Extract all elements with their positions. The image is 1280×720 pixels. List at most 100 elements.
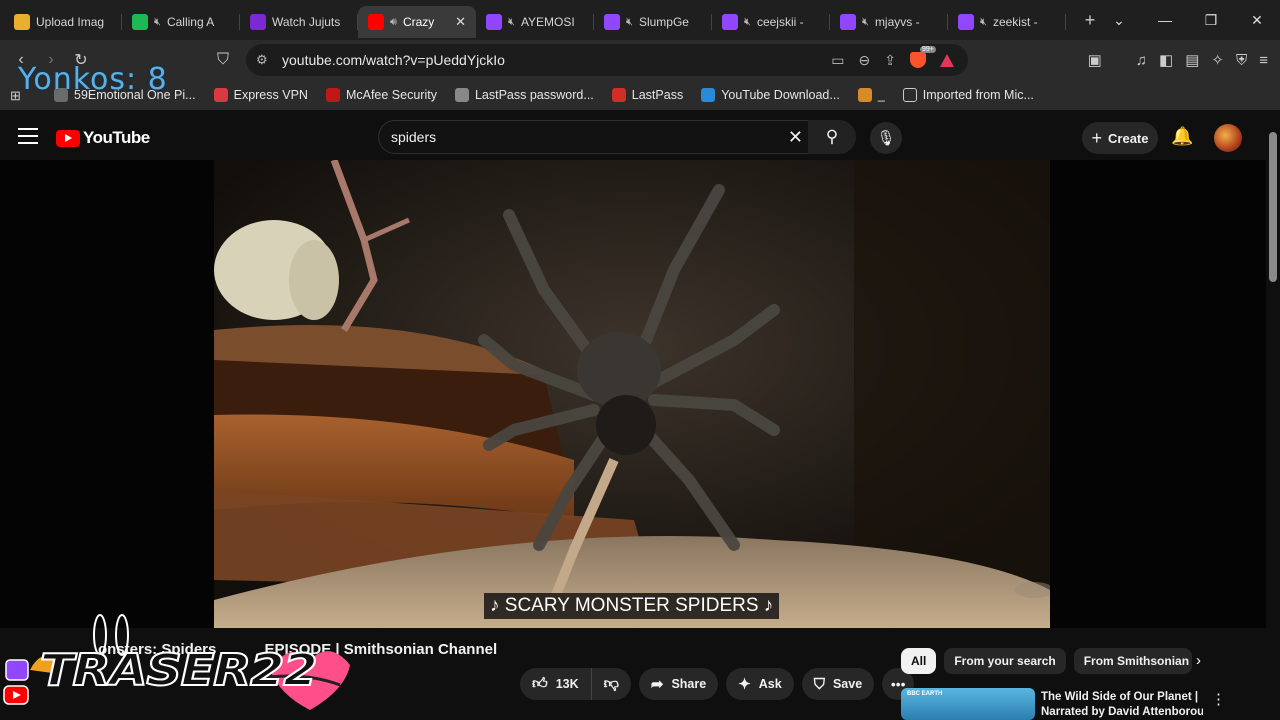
tab-title: zeekist - xyxy=(992,15,1038,29)
zoom-icon[interactable]: ⊖ xyxy=(859,52,871,69)
upload-icon xyxy=(14,14,30,30)
related-filter-chips: All From your search From Smithsonian Ch… xyxy=(901,648,1192,674)
related-video-item[interactable]: BBC EARTH The Wild Side of Our Planet | … xyxy=(901,688,1241,720)
muted-speaker-icon[interactable]: 🔇︎ xyxy=(626,16,633,29)
bookmark-favicon-icon xyxy=(213,88,228,102)
restore-button[interactable]: ❐ xyxy=(1188,0,1234,40)
muted-speaker-icon[interactable]: 🔇︎ xyxy=(154,16,161,29)
clear-search-icon[interactable]: ✕ xyxy=(788,127,803,148)
related-video-menu-icon[interactable]: ⋮ xyxy=(1211,690,1226,708)
bookmark-item[interactable]: LastPass xyxy=(611,88,683,102)
bookmark-item[interactable]: McAfee Security xyxy=(325,88,437,102)
search-input[interactable]: spiders ✕ xyxy=(378,120,814,154)
muted-speaker-icon[interactable]: 🔇︎ xyxy=(862,16,869,29)
close-window-button[interactable]: ✕ xyxy=(1234,0,1280,40)
bookmarks-bar: ⊞ 59Emotional One Pi... Express VPN McAfee… xyxy=(0,80,1280,110)
speaker-icon[interactable]: 🔊︎ xyxy=(390,16,397,29)
vpn-icon[interactable]: ⛨ xyxy=(1236,52,1247,69)
browser-tab[interactable]: 🔇︎ zeekist - xyxy=(948,6,1066,38)
bookmark-item[interactable]: LastPass password... xyxy=(454,88,594,102)
bookmark-item[interactable]: Express VPN xyxy=(213,88,308,102)
menu-icon[interactable]: ≡ xyxy=(1259,52,1268,69)
sidebar-icon[interactable]: ◧ xyxy=(1159,51,1173,69)
brave-shields-icon[interactable]: 99+ xyxy=(910,46,936,68)
share-button[interactable]: ➦ Share xyxy=(638,668,719,700)
tab-search-icon[interactable]: ▣ xyxy=(1088,51,1102,69)
bookmark-button[interactable]: ⛉ xyxy=(208,45,238,75)
voice-search-button[interactable]: 🎙 xyxy=(870,122,902,154)
address-bar[interactable]: ⚙ youtube.com/watch?v=pUeddYjckIo ▭ ⊖ ⇪ … xyxy=(246,44,968,76)
browser-tab[interactable]: 🔇︎ AYEMOSI xyxy=(476,6,594,38)
like-button[interactable]: 👍︎ 13K xyxy=(520,668,591,700)
notifications-bell-icon[interactable]: 🔔 xyxy=(1171,126,1193,147)
video-frame[interactable] xyxy=(214,160,1050,628)
chip-from-your-search[interactable]: From your search xyxy=(944,648,1066,674)
search-icon: ⚲ xyxy=(825,127,839,146)
page-scrollbar[interactable] xyxy=(1266,112,1280,720)
sparkle-icon: ✦ xyxy=(738,676,751,693)
bookmark-item[interactable]: _ xyxy=(857,88,885,102)
browser-tab[interactable]: 🔇︎ Calling A xyxy=(122,6,240,38)
browser-tab[interactable]: 🔊︎ Crazy ✕ xyxy=(358,6,476,38)
ask-label: Ask xyxy=(758,677,782,691)
browser-tab[interactable]: 🔇︎ SlumpGe xyxy=(594,6,712,38)
brave-rewards-icon[interactable] xyxy=(940,53,954,67)
site-settings-icon[interactable]: ⚙ xyxy=(256,52,282,68)
address-bar-icons: ▭ ⊖ ⇪ 99+ xyxy=(831,44,954,76)
bookmark-label: LastPass password... xyxy=(474,88,594,102)
search-query[interactable]: spiders xyxy=(391,129,436,145)
ask-button[interactable]: ✦ Ask xyxy=(726,668,794,700)
tab-title: Upload Imag xyxy=(36,15,105,29)
play-triangle-icon xyxy=(250,14,266,30)
chevron-down-icon[interactable]: ⌄ xyxy=(1096,0,1142,40)
dislike-button[interactable]: 👎︎ xyxy=(590,668,631,700)
video-caption: ♪ SCARY MONSTER SPIDERS ♪ xyxy=(484,593,780,619)
streamer-name-overlay: TRASER22 xyxy=(39,644,319,697)
youtube-logo-text: YouTube xyxy=(83,128,150,147)
chip-all[interactable]: All xyxy=(901,648,937,674)
tab-list: Upload Imag 🔇︎ Calling A Watch Jujuts 🔊︎ Craz… xyxy=(0,2,1066,38)
browser-tab[interactable]: Watch Jujuts xyxy=(240,6,358,38)
scrollbar-thumb[interactable] xyxy=(1269,132,1277,282)
bookmark-icon: ⛉ xyxy=(216,51,229,68)
related-video-title-line2[interactable]: Narrated by David Attenborou... xyxy=(1041,705,1203,720)
minimize-button[interactable]: — xyxy=(1142,0,1188,40)
related-video-title-line1[interactable]: The Wild Side of Our Planet | xyxy=(1041,690,1203,705)
thumbs-up-icon: 👍︎ xyxy=(532,675,548,692)
bookmark-item[interactable]: YouTube Download... xyxy=(701,88,840,102)
muted-speaker-icon[interactable]: 🔇︎ xyxy=(508,16,515,29)
cast-icon[interactable]: ▭ xyxy=(831,52,844,69)
plus-icon: + xyxy=(1091,127,1103,148)
media-icon[interactable]: ♫ xyxy=(1136,52,1147,69)
like-count: 13K xyxy=(555,677,579,691)
guide-menu-button[interactable] xyxy=(18,128,38,144)
muted-speaker-icon[interactable]: 🔇︎ xyxy=(744,16,751,29)
chips-next-chevron-icon[interactable]: › xyxy=(1196,652,1201,669)
bookmark-item[interactable]: Imported from Mic... xyxy=(902,88,1034,102)
save-button[interactable]: ⛉ Save xyxy=(801,668,875,700)
spotify-icon xyxy=(132,14,148,30)
avatar[interactable] xyxy=(1214,124,1242,152)
share-icon[interactable]: ⇪ xyxy=(884,52,896,69)
browser-tab[interactable]: Upload Imag xyxy=(4,6,122,38)
tab-title: SlumpGe xyxy=(638,15,689,29)
leo-ai-icon[interactable]: ✧ xyxy=(1211,51,1224,69)
close-tab-icon[interactable]: ✕ xyxy=(455,14,466,30)
browser-tab[interactable]: 🔇︎ mjayvs - xyxy=(830,6,948,38)
create-button[interactable]: + Create xyxy=(1082,122,1158,154)
bookmark-favicon-icon xyxy=(701,88,716,102)
muted-speaker-icon[interactable]: 🔇︎ xyxy=(980,16,987,29)
search-button[interactable]: ⚲ xyxy=(808,120,856,154)
twitch-icon xyxy=(486,14,502,30)
wallet-icon[interactable]: ▤ xyxy=(1185,51,1199,69)
related-video-thumbnail[interactable]: BBC EARTH xyxy=(901,688,1035,720)
save-label: Save xyxy=(832,677,863,691)
url-text[interactable]: youtube.com/watch?v=pUeddYjckIo xyxy=(282,52,505,68)
bookmark-label: YouTube Download... xyxy=(721,88,840,102)
browser-tab[interactable]: 🔇︎ ceejskii - xyxy=(712,6,830,38)
chip-from-smithsonian[interactable]: From Smithsonian Char xyxy=(1073,648,1192,674)
video-player[interactable]: ♪ SCARY MONSTER SPIDERS ♪ xyxy=(0,160,1266,628)
bookmark-label: _ xyxy=(877,88,885,102)
youtube-logo[interactable]: YouTube xyxy=(56,128,150,148)
twitch-icon xyxy=(840,14,856,30)
